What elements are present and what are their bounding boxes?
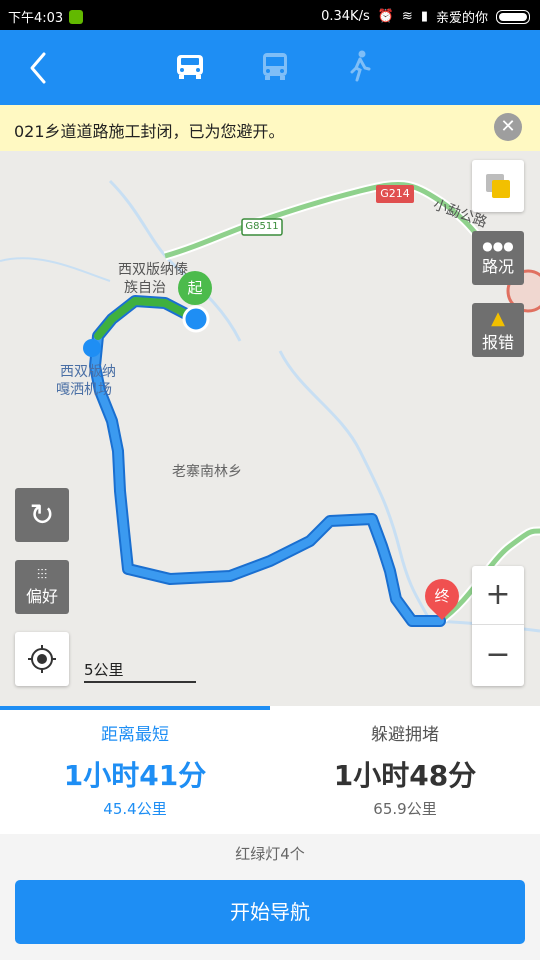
road-closure-notice: 021乡道道路施工封闭，已为您避开。 ✕ (0, 105, 540, 151)
map-view[interactable]: G214 G8511 西双版纳傣 族自治 西双版纳 嘎洒机场 老寨南林乡 小勐公… (0, 151, 540, 706)
zoom-out-button[interactable]: − (472, 625, 524, 685)
status-time: 下午4:03 (8, 11, 64, 26)
map-scale: 5公里 (84, 661, 124, 679)
map-label-airport-2: 嘎洒机场 (56, 382, 112, 398)
traffic-icon: ●●● (482, 239, 514, 253)
scale-bar (84, 681, 196, 683)
car-icon[interactable] (170, 46, 210, 86)
route-distance: 65.9公里 (373, 800, 437, 818)
route-options: 距离最短 1小时41分 45.4公里 躲避拥堵 1小时48分 65.9公里 (0, 706, 540, 834)
signal-icon: ▮ (420, 9, 428, 24)
route-name: 躲避拥堵 (371, 725, 439, 745)
transport-modes (170, 46, 380, 86)
g8511-shield: G8511 (245, 221, 279, 232)
bus-icon[interactable] (255, 46, 295, 86)
notice-text: 021乡道道路施工封闭，已为您避开。 (14, 122, 285, 141)
traffic-label: 路况 (481, 257, 514, 276)
traffic-button[interactable]: ●●● 路况 (472, 231, 524, 285)
start-navigation-button[interactable]: 开始导航 (15, 880, 525, 944)
route-name: 距离最短 (101, 725, 169, 745)
net-speed: 0.34K/s (321, 9, 370, 24)
locate-button[interactable] (15, 632, 69, 686)
map-label-town: 西双版纳傣 (118, 262, 188, 278)
route-distance: 45.4公里 (103, 800, 167, 818)
status-bar: 下午4:03 0.34K/s ⏰ ≋ ▮ 亲爱的你 (0, 0, 540, 30)
wechat-icon (69, 10, 84, 24)
top-bar (0, 30, 540, 105)
end-marker: 终 (434, 587, 450, 605)
refresh-icon: ↻ (29, 497, 55, 533)
close-icon[interactable]: ✕ (494, 113, 522, 141)
report-label: 报错 (481, 332, 514, 352)
route-time: 1小时41分 (63, 759, 207, 792)
map-label-airport: 西双版纳 (60, 364, 116, 380)
back-icon[interactable] (20, 48, 60, 88)
wifi-icon: ≋ (401, 9, 413, 24)
preference-label: 偏好 (25, 587, 58, 606)
battery-icon (496, 9, 530, 24)
route-time: 1小时48分 (333, 759, 477, 792)
route-option-avoid-congestion[interactable]: 躲避拥堵 1小时48分 65.9公里 (270, 706, 540, 834)
sliders-icon: ⫶⫶⫶ (36, 567, 48, 583)
layers-button[interactable] (472, 160, 524, 212)
g214-shield: G214 (380, 187, 410, 200)
refresh-button[interactable]: ↻ (15, 488, 69, 542)
warning-icon: ▲ (491, 307, 505, 329)
layers-icon (486, 174, 510, 198)
traffic-lights-count: 红绿灯4个 (0, 834, 540, 880)
start-marker[interactable]: 起 (178, 271, 212, 305)
map-canvas (0, 179, 540, 633)
walk-icon[interactable] (340, 46, 380, 86)
map-label-township: 老寨南林乡 (172, 464, 242, 480)
preference-button[interactable]: ⫶⫶⫶ 偏好 (15, 560, 69, 614)
carrier-name: 亲爱的你 (435, 11, 488, 26)
locate-icon (28, 645, 56, 673)
zoom-in-button[interactable]: + (472, 566, 524, 625)
report-button[interactable]: ▲ 报错 (472, 303, 524, 357)
map-label-town-2: 族自治 (124, 280, 166, 296)
zoom-control: + − (472, 566, 524, 686)
route-option-shortest[interactable]: 距离最短 1小时41分 45.4公里 (0, 706, 270, 834)
alarm-icon: ⏰ (377, 9, 394, 24)
